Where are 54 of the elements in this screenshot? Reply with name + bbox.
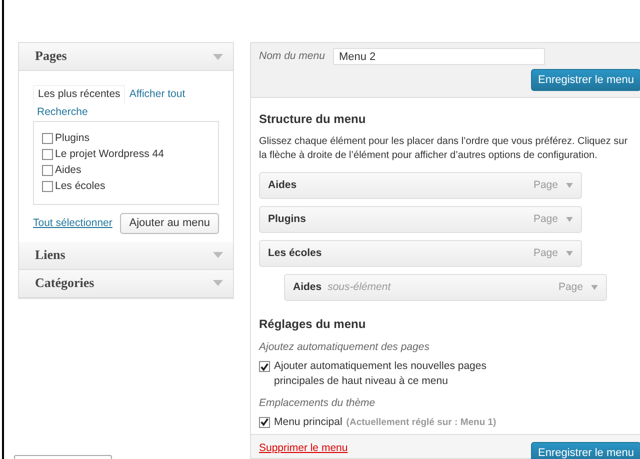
section-title: Pages bbox=[35, 48, 67, 65]
checkbox-label: Aides bbox=[55, 163, 82, 178]
checkbox-label: Plugins bbox=[55, 131, 90, 146]
caret-icon bbox=[213, 54, 223, 60]
checkbox-label: Ajouter automatiquement les nouvelles pages principales de haut niveau à ce menu bbox=[274, 359, 488, 390]
menu-item[interactable]: Aides Page bbox=[259, 172, 582, 199]
description-text: Glissez chaque élément pour les placer dans l’ordre que vous préférez. Cliquez sur la flèche à droite de l’élément pour afficher d’autres options de configuration. bbox=[259, 134, 629, 163]
menu-item-type: Page bbox=[558, 280, 583, 294]
caret-icon[interactable] bbox=[566, 250, 573, 256]
checkbox[interactable] bbox=[42, 164, 53, 176]
menu-item-subtitle: sous-élément bbox=[328, 280, 391, 294]
caret-icon[interactable] bbox=[566, 182, 573, 188]
checkbox[interactable] bbox=[259, 416, 270, 428]
menu-item[interactable]: Les écoles Page bbox=[259, 240, 582, 267]
checkbox[interactable] bbox=[42, 148, 53, 160]
menu-item-type: Page bbox=[533, 178, 558, 192]
menu-item-type: Page bbox=[533, 246, 558, 260]
menu-name-field[interactable]: Menu 2 bbox=[332, 48, 545, 65]
section-header[interactable]: Pages bbox=[19, 43, 233, 71]
menu-item-title: Les écoles bbox=[268, 246, 322, 260]
menu-item-type: Page bbox=[533, 212, 558, 226]
field-label: Nom du menu bbox=[259, 50, 325, 64]
menu-item-title: Aides bbox=[293, 280, 322, 294]
tab[interactable]: Les plus récentes bbox=[33, 85, 126, 104]
menu-item[interactable]: Plugins Page bbox=[259, 206, 582, 233]
menu-item[interactable]: Aides sous-élément Page bbox=[284, 274, 607, 301]
group-label: Emplacements du thème bbox=[259, 397, 376, 411]
section-header[interactable]: Catégories bbox=[19, 270, 233, 298]
location-note: (Actuellement réglé sur : Menu 1) bbox=[346, 416, 496, 430]
checkbox[interactable] bbox=[42, 180, 53, 192]
checkbox-label: Le projet Wordpress 44 bbox=[55, 147, 164, 162]
caret-icon bbox=[213, 252, 223, 258]
section-title: Catégories bbox=[35, 274, 94, 292]
section-heading: Structure du menu bbox=[259, 112, 367, 128]
section-title: Liens bbox=[35, 246, 66, 264]
checkbox-label: Les écoles bbox=[55, 179, 106, 194]
select-all-link[interactable]: Tout sélectionner bbox=[33, 216, 112, 230]
section-header[interactable]: Liens bbox=[19, 242, 233, 270]
menu-item-title: Plugins bbox=[268, 212, 306, 226]
caret-icon bbox=[213, 280, 223, 286]
caret-icon[interactable] bbox=[591, 284, 598, 290]
tab[interactable]: Afficher tout bbox=[125, 86, 190, 104]
checkbox-label: Menu principal bbox=[274, 414, 342, 430]
section-heading: Réglages du menu bbox=[259, 316, 367, 332]
checkbox[interactable] bbox=[259, 361, 270, 372]
tab[interactable]: Recherche bbox=[33, 104, 92, 122]
caret-icon[interactable] bbox=[566, 216, 573, 222]
menu-item-title: Aides bbox=[268, 178, 297, 192]
group-label: Ajoutez automatiquement des pages bbox=[259, 341, 430, 356]
checkbox[interactable] bbox=[42, 132, 53, 144]
add-to-menu-button[interactable]: Ajouter au menu bbox=[120, 213, 219, 234]
save-menu-button[interactable]: Enregistrer le menu bbox=[531, 69, 640, 92]
save-menu-button[interactable]: Enregistrer le menu bbox=[531, 442, 640, 459]
delete-menu-link[interactable]: Supprimer le menu bbox=[259, 442, 348, 456]
